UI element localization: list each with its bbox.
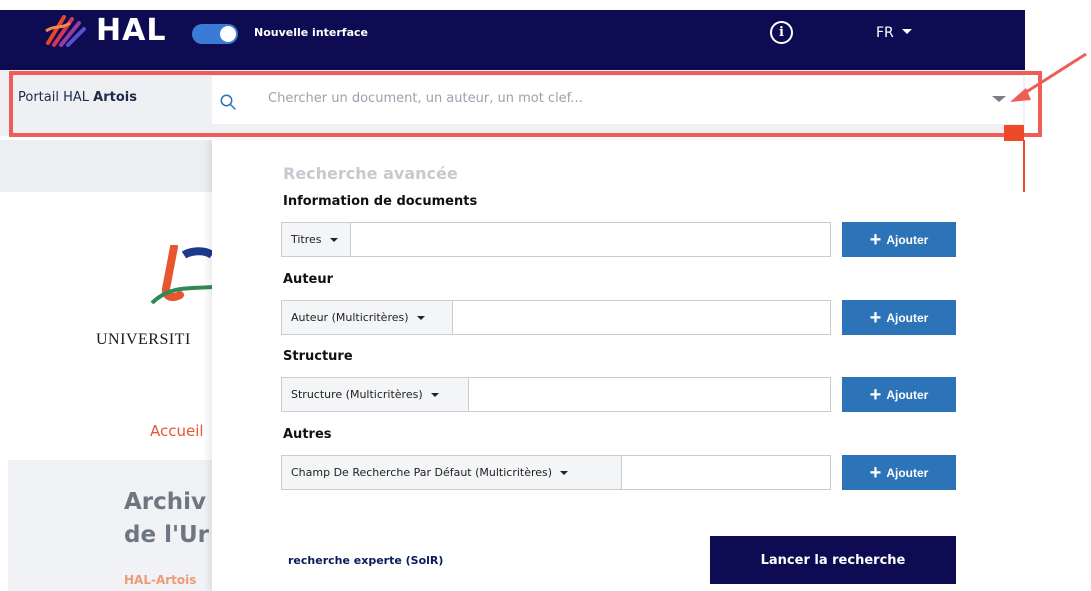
structure-row: Structure (Multicritères) — [281, 377, 831, 412]
toggle-label: Nouvelle interface — [254, 26, 368, 39]
structure-field-select[interactable]: Structure (Multicritères) — [281, 377, 469, 412]
archive-heading: Archiv de l'Ur — [124, 486, 209, 552]
add-button-label: Ajouter — [886, 310, 929, 325]
documents-row: Titres — [281, 222, 831, 257]
author-select-value: Auteur (Multicritères) — [291, 311, 409, 324]
structure-search-input[interactable] — [469, 377, 831, 412]
author-field-select[interactable]: Auteur (Multicritères) — [281, 300, 453, 335]
plus-icon: + — [869, 228, 882, 251]
logo-text: HAL — [96, 12, 167, 48]
plus-icon: + — [869, 461, 882, 484]
page-subheader-band — [0, 140, 212, 192]
caret-down-icon — [329, 237, 338, 242]
hal-artois-label: HAL-Artois — [124, 573, 197, 587]
language-selector[interactable]: FR — [876, 25, 912, 41]
other-field-select[interactable]: Champ De Recherche Par Défaut (Multicrit… — [281, 455, 622, 490]
university-name: UNIVERSITI — [96, 331, 191, 348]
annotation-line — [1023, 140, 1025, 192]
documents-search-input[interactable] — [351, 222, 831, 257]
caret-down-icon — [901, 29, 912, 34]
archive-heading-line2: de l'Ur — [124, 522, 210, 548]
documents-field-select[interactable]: Titres — [281, 222, 351, 257]
add-other-criterion-button[interactable]: + Ajouter — [842, 455, 956, 490]
add-structure-criterion-button[interactable]: + Ajouter — [842, 377, 956, 412]
section-label-other: Autres — [283, 427, 332, 442]
author-row: Auteur (Multicritères) — [281, 300, 831, 335]
section-label-author: Auteur — [283, 272, 334, 287]
plus-icon: + — [869, 383, 882, 406]
add-button-label: Ajouter — [886, 232, 929, 247]
hal-logo-icon — [45, 15, 86, 47]
toggle-knob — [220, 26, 236, 42]
caret-down-icon — [416, 315, 425, 320]
annotation-highlight-box — [9, 71, 1042, 137]
launch-search-button[interactable]: Lancer la recherche — [710, 536, 956, 584]
annotation-marker — [1004, 125, 1024, 141]
section-label-documents: Information de documents — [283, 194, 478, 209]
add-author-criterion-button[interactable]: + Ajouter — [842, 300, 956, 335]
documents-select-value: Titres — [291, 233, 322, 246]
caret-down-icon — [560, 470, 569, 475]
section-label-structure: Structure — [283, 349, 353, 364]
archive-heading-line1: Archiv — [124, 489, 207, 515]
expert-search-link[interactable]: recherche experte (SolR) — [288, 554, 443, 567]
add-button-label: Ajouter — [886, 465, 929, 480]
structure-select-value: Structure (Multicritères) — [291, 388, 423, 401]
other-select-value: Champ De Recherche Par Défaut (Multicrit… — [291, 466, 553, 479]
other-row: Champ De Recherche Par Défaut (Multicrit… — [281, 455, 831, 490]
new-interface-toggle[interactable] — [192, 24, 238, 44]
plus-icon: + — [869, 306, 882, 329]
other-search-input[interactable] — [622, 455, 831, 490]
info-icon[interactable]: i — [770, 21, 793, 44]
nav-accueil[interactable]: Accueil — [150, 422, 204, 440]
hal-logo[interactable]: HAL — [44, 12, 167, 48]
university-logo-icon — [150, 245, 212, 305]
author-search-input[interactable] — [453, 300, 831, 335]
advanced-search-title: Recherche avancée — [283, 164, 458, 183]
add-documents-criterion-button[interactable]: + Ajouter — [842, 222, 956, 257]
add-button-label: Ajouter — [886, 387, 929, 402]
caret-down-icon — [430, 392, 439, 397]
language-label: FR — [876, 25, 894, 41]
